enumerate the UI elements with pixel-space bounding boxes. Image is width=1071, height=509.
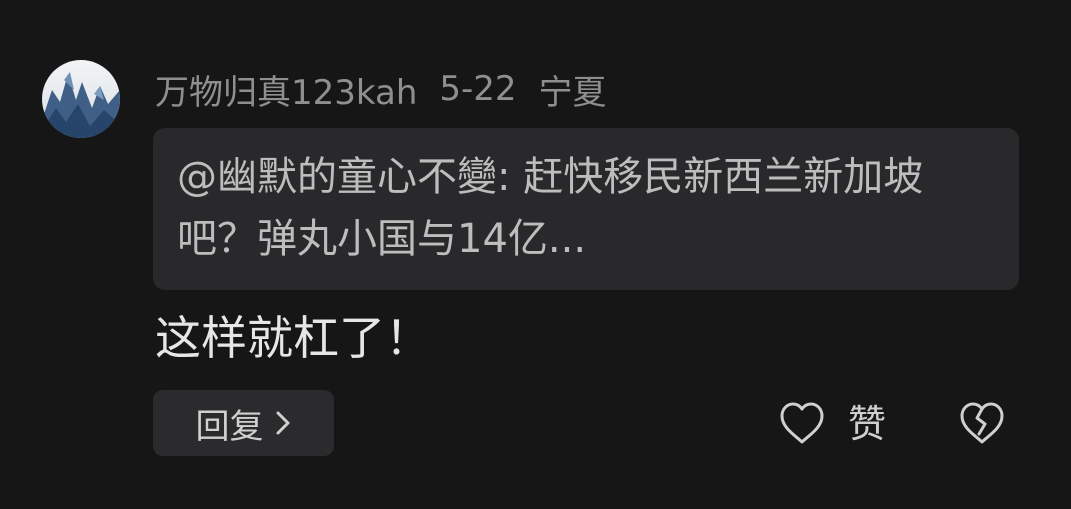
chevron-right-icon <box>274 409 292 437</box>
quoted-comment-text: @幽默的童心不變: 赶快移民新西兰新加坡吧？弹丸小国与14亿... <box>177 154 924 262</box>
avatar[interactable] <box>42 60 120 138</box>
username[interactable]: 万物归真123kah <box>155 65 417 114</box>
broken-heart-icon[interactable] <box>956 398 1008 450</box>
comment-meta: 万物归真123kah 5-22 宁夏 <box>155 64 607 114</box>
quoted-comment[interactable]: @幽默的童心不變: 赶快移民新西兰新加坡吧？弹丸小国与14亿... <box>153 128 1019 290</box>
comment-body: 这样就杠了！ <box>155 311 431 365</box>
comment-location: 宁夏 <box>538 72 607 113</box>
reply-button[interactable]: 回复 <box>153 390 334 456</box>
comment-item: 万物归真123kah 5-22 宁夏 @幽默的童心不變: 赶快移民新西兰新加坡吧… <box>0 0 1071 509</box>
heart-icon[interactable] <box>776 398 828 450</box>
comment-date: 5-22 <box>439 69 517 109</box>
like-label[interactable]: 赞 <box>848 398 886 450</box>
reply-button-label: 回复 <box>195 406 264 447</box>
